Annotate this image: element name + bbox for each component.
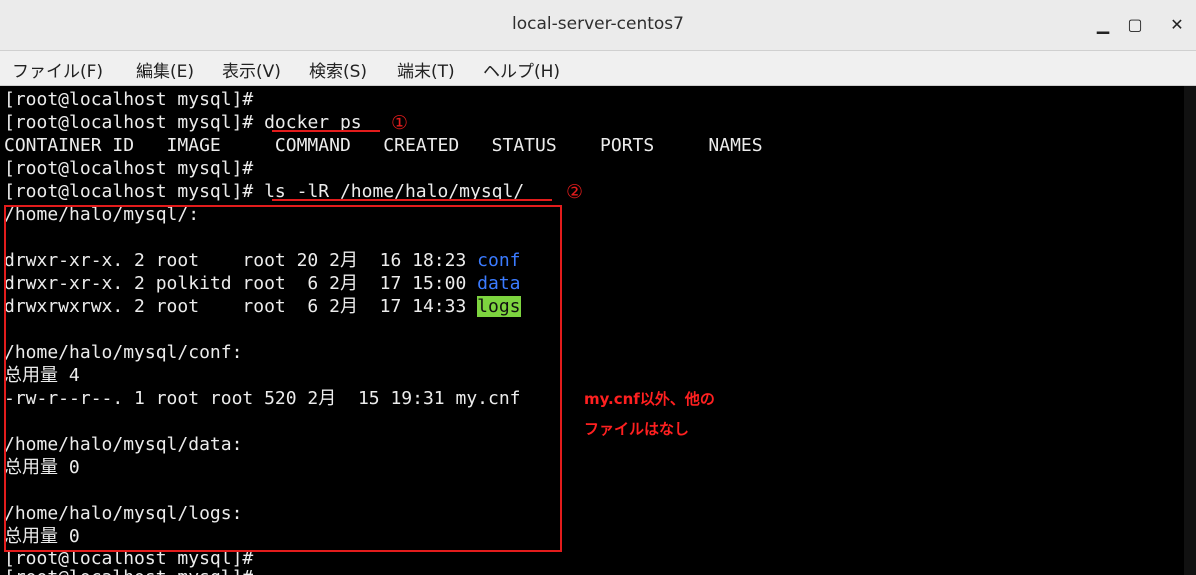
prompt-line: [root@localhost mysql]# — [4, 89, 265, 110]
prompt-line: [root@localhost mysql]# — [4, 158, 265, 179]
title-bar[interactable]: local-server-centos7 ▁ ▢ ✕ — [0, 0, 1196, 51]
underline-docker-ps — [272, 130, 380, 132]
prompt: [root@localhost mysql]# — [4, 112, 265, 133]
annotation-number-2: ② — [566, 181, 584, 203]
menu-file[interactable]: ファイル(F) — [12, 57, 103, 82]
output-highlight-box — [4, 205, 562, 552]
terminal-window: local-server-centos7 ▁ ▢ ✕ ファイル(F) 編集(E)… — [0, 0, 1196, 575]
maximize-button[interactable]: ▢ — [1120, 13, 1150, 37]
prompt: [root@localhost mysql]# — [4, 181, 265, 202]
menu-terminal[interactable]: 端末(T) — [397, 57, 455, 82]
menu-edit[interactable]: 編集(E) — [136, 57, 194, 82]
close-button[interactable]: ✕ — [1162, 13, 1192, 37]
annotation-note-line1: my.cnf以外、他の — [584, 390, 715, 408]
prompt-line-partial: [root@localhost mysql]# — [4, 566, 253, 575]
menu-search[interactable]: 検索(S) — [309, 57, 367, 82]
terminal-scrollbar[interactable] — [1184, 86, 1196, 575]
docker-header: CONTAINER ID IMAGE COMMAND CREATED STATU… — [4, 135, 763, 156]
menu-bar: ファイル(F) 編集(E) 表示(V) 検索(S) 端末(T) ヘルプ(H) — [0, 51, 1196, 86]
minimize-button[interactable]: ▁ — [1088, 13, 1118, 37]
menu-view[interactable]: 表示(V) — [222, 57, 281, 82]
menu-help[interactable]: ヘルプ(H) — [483, 57, 560, 82]
annotation-note-line2: ファイルはなし — [584, 420, 690, 438]
window-title: local-server-centos7 — [512, 14, 684, 34]
annotation-number-1: ① — [391, 112, 409, 134]
underline-ls-command — [272, 199, 552, 201]
